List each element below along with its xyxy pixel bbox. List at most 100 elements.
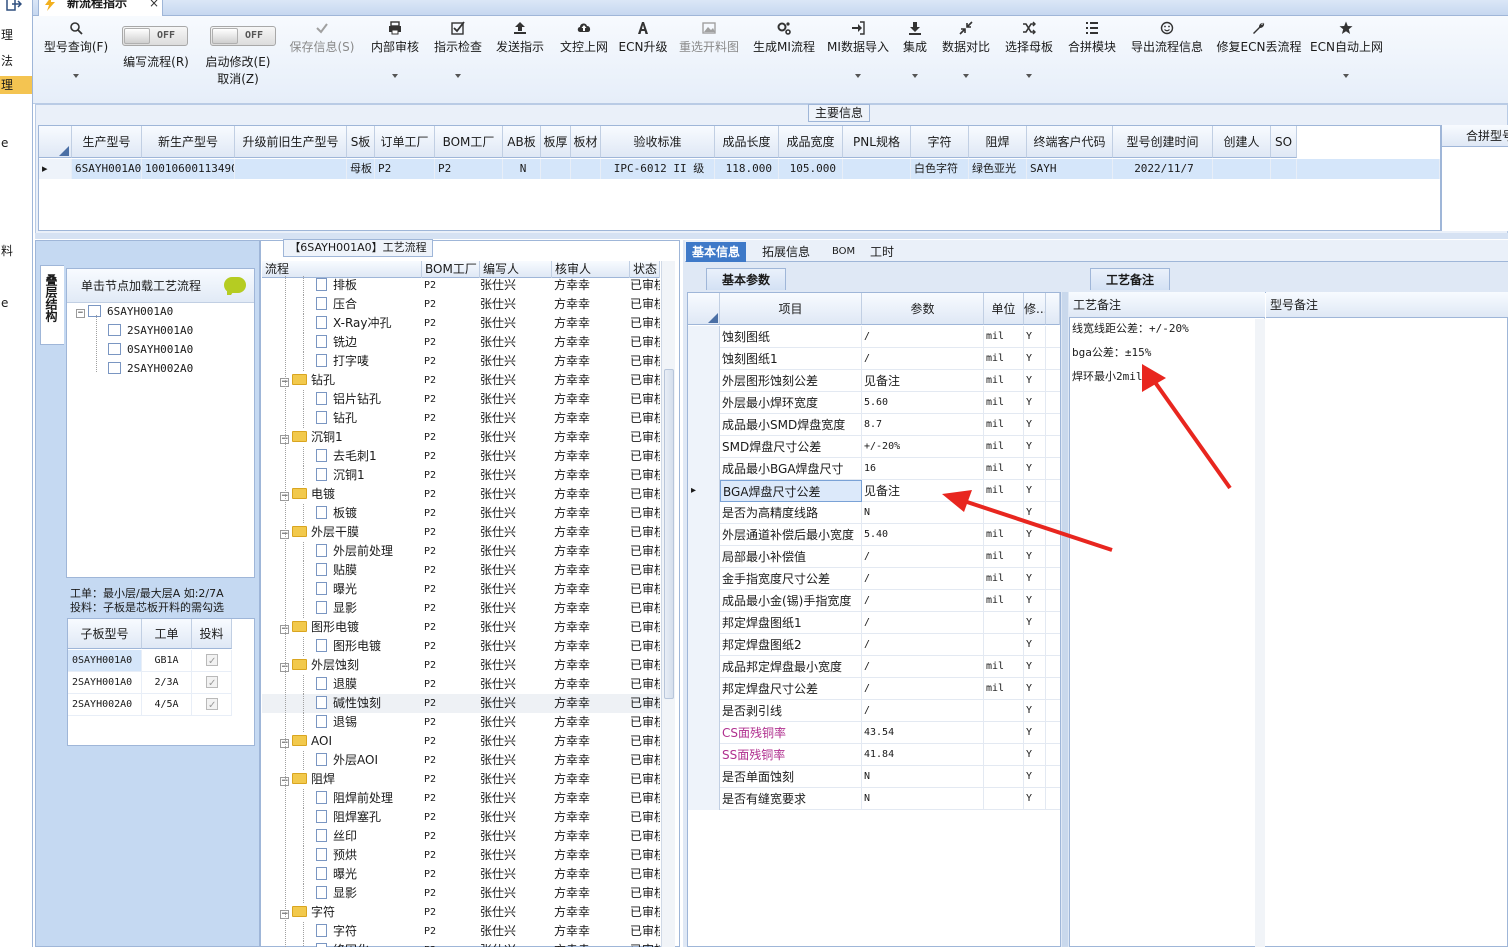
detail-tab[interactable]: BOM — [826, 242, 861, 262]
row-selector[interactable] — [688, 678, 720, 700]
model-query-button[interactable]: 型号查询(F) — [40, 16, 112, 102]
row-selector[interactable]: ▸ — [688, 480, 720, 502]
process-row[interactable]: −沉铜1 P2 张仕兴 方幸幸 已审核 — [262, 428, 660, 447]
process-row[interactable]: 预烘 P2 张仕兴 方幸幸 已审核 — [262, 846, 660, 865]
param-column-header[interactable]: 修... — [1024, 293, 1046, 325]
process-name-cell[interactable]: 铣边 — [316, 333, 420, 352]
process-name-cell[interactable]: 显影 — [316, 599, 420, 618]
process-name-cell[interactable]: − 外层蚀刻 — [280, 656, 420, 675]
column-header[interactable]: 终端客户代码 — [1027, 126, 1113, 158]
remark-scrollbar[interactable] — [1255, 319, 1265, 947]
detail-tab[interactable]: 基本信息 — [686, 242, 747, 262]
cell-thickness[interactable] — [541, 159, 571, 179]
sub-board-order[interactable]: 2/3A — [142, 672, 192, 694]
process-row[interactable]: 打字唛 P2 张仕兴 方幸幸 已审核 — [262, 352, 660, 371]
row-selector[interactable] — [688, 370, 720, 392]
process-name-cell[interactable]: − AOI — [280, 732, 420, 751]
process-name-cell[interactable]: 显影 — [316, 884, 420, 903]
param-column-header[interactable]: 单位 — [984, 293, 1024, 325]
column-header[interactable]: BOM工厂 — [435, 126, 503, 158]
row-selector[interactable] — [688, 414, 720, 436]
process-row[interactable]: 排板 P2 张仕兴 方幸幸 已审核 — [262, 276, 660, 295]
process-row[interactable]: 钻孔 P2 张仕兴 方幸幸 已审核 — [262, 409, 660, 428]
process-row[interactable]: 铝片钻孔 P2 张仕兴 方幸幸 已审核 — [262, 390, 660, 409]
horizontal-splitter[interactable] — [35, 233, 1508, 239]
cell-s-board[interactable]: 母板 — [347, 159, 375, 179]
column-header[interactable]: AB板 — [503, 126, 541, 158]
vertical-splitter[interactable] — [1062, 292, 1068, 947]
row-selector[interactable] — [688, 326, 720, 348]
node-checkbox[interactable] — [88, 305, 101, 317]
process-name-cell[interactable]: 去毛刺1 — [316, 447, 420, 466]
column-header[interactable]: 型号创建时间 — [1113, 126, 1213, 158]
process-scrollbar[interactable] — [661, 261, 675, 947]
column-header[interactable]: 字符 — [911, 126, 969, 158]
process-row[interactable]: 退膜 P2 张仕兴 方幸幸 已审核 — [262, 675, 660, 694]
select-parent-button[interactable]: 选择母板 — [1000, 16, 1058, 102]
param-value[interactable]: / — [862, 634, 984, 656]
internal-review-button[interactable]: 内部审核 — [368, 16, 422, 102]
sub-board-feed[interactable] — [192, 672, 232, 695]
process-row[interactable]: 压合 P2 张仕兴 方幸幸 已审核 — [262, 295, 660, 314]
process-row[interactable]: −电镀 P2 张仕兴 方幸幸 已审核 — [262, 485, 660, 504]
process-name-cell[interactable]: − 字符 — [280, 903, 420, 922]
process-row[interactable]: 外层前处理 P2 张仕兴 方幸幸 已审核 — [262, 542, 660, 561]
column-header[interactable]: 验收标准 — [601, 126, 715, 158]
process-name-cell[interactable]: X-Ray冲孔 — [316, 314, 420, 333]
process-row[interactable]: 阻焊前处理 P2 张仕兴 方幸幸 已审核 — [262, 789, 660, 808]
param-row[interactable]: 是否剥引线 / Y — [688, 700, 1060, 722]
process-name-cell[interactable]: 字符 — [316, 922, 420, 941]
node-checkbox[interactable] — [108, 324, 121, 336]
cell-so[interactable] — [1271, 159, 1297, 179]
feed-checkbox[interactable] — [206, 695, 218, 717]
param-value[interactable]: 43.54 — [862, 722, 984, 744]
process-row[interactable]: 沉铜1 P2 张仕兴 方幸幸 已审核 — [262, 466, 660, 485]
sub-board-order[interactable]: GB1A — [142, 650, 192, 672]
row-selector[interactable] — [688, 634, 720, 656]
param-row[interactable]: 外层图形蚀刻公差 见备注 mil Y — [688, 370, 1060, 392]
param-value[interactable]: 见备注 — [862, 480, 984, 502]
cell-created[interactable]: 2022/11/7 — [1113, 159, 1213, 179]
param-value[interactable]: / — [862, 348, 984, 370]
param-column-header[interactable]: 项目 — [720, 293, 862, 325]
tab-close-icon[interactable]: × — [149, 0, 159, 10]
sub-grid-header[interactable]: 工单 — [142, 619, 192, 649]
param-value[interactable]: / — [862, 678, 984, 700]
process-name-cell[interactable]: 贴膜 — [316, 561, 420, 580]
column-header[interactable]: PNL规格 — [843, 126, 911, 158]
process-row[interactable]: −字符 P2 张仕兴 方幸幸 已审核 — [262, 903, 660, 922]
column-header[interactable]: 生产型号 — [72, 126, 142, 158]
param-row[interactable]: CS面残铜率 43.54 Y — [688, 722, 1060, 744]
ecn-upgrade-button[interactable]: ECN升级 — [618, 16, 668, 102]
tab-new-flow[interactable]: 新流程指示 × — [38, 0, 163, 16]
process-name-cell[interactable]: 铝片钻孔 — [316, 390, 420, 409]
column-header[interactable]: 订单工厂 — [375, 126, 435, 158]
param-value[interactable]: 41.84 — [862, 744, 984, 766]
process-row[interactable]: 阻焊塞孔 P2 张仕兴 方幸幸 已审核 — [262, 808, 660, 827]
param-row[interactable]: 成品邦定焊盘最小宽度 / mil Y — [688, 656, 1060, 678]
cell-order-factory[interactable]: P2 — [375, 159, 435, 179]
node-checkbox[interactable] — [108, 362, 121, 374]
repair-ecn-button[interactable]: 修复ECN丢流程 — [1214, 16, 1304, 102]
param-value[interactable]: / — [862, 326, 984, 348]
cell-old-model[interactable] — [235, 159, 347, 179]
cell-prod-model[interactable]: 6SAYH001A0 — [72, 159, 142, 179]
param-row[interactable]: SS面残铜率 41.84 Y — [688, 744, 1060, 766]
process-name-cell[interactable]: 碱性蚀刻 — [316, 694, 420, 713]
merge-module-button[interactable]: 合拼模块 — [1064, 16, 1120, 102]
cell-new-model[interactable]: 10010600113490 — [142, 159, 235, 179]
process-name-cell[interactable]: 曝光 — [316, 580, 420, 599]
cell-length[interactable]: 118.000 — [715, 159, 779, 179]
process-name-cell[interactable]: 板镀 — [316, 504, 420, 523]
column-header[interactable]: 升级前旧生产型号 — [235, 126, 347, 158]
sub-board-model[interactable]: 2SAYH001A0 — [68, 672, 142, 694]
column-header[interactable]: 成品宽度 — [779, 126, 843, 158]
row-selector[interactable] — [688, 766, 720, 788]
process-name-cell[interactable]: 丝印 — [316, 827, 420, 846]
row-selector[interactable] — [688, 590, 720, 612]
generate-mi-button[interactable]: 生成MI流程 — [750, 16, 818, 102]
process-row[interactable]: X-Ray冲孔 P2 张仕兴 方幸幸 已审核 — [262, 314, 660, 333]
param-value[interactable]: / — [862, 656, 984, 678]
left-nav-item[interactable]: 料 — [0, 242, 32, 260]
cell-pnl[interactable] — [843, 159, 911, 179]
